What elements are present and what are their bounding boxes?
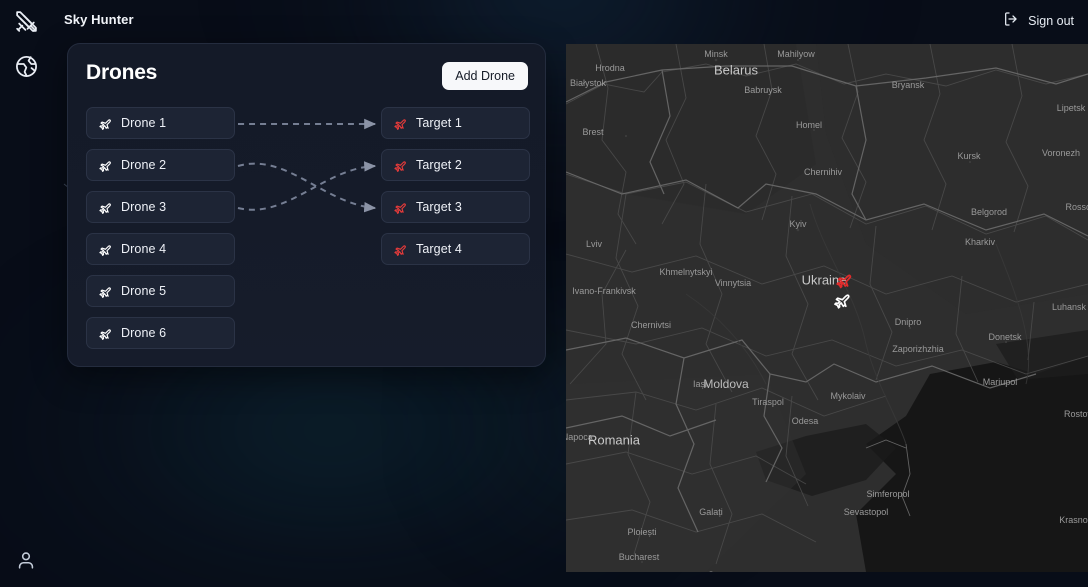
plane-icon-red (394, 160, 406, 172)
plane-icon-red (394, 244, 406, 256)
plane-icon (99, 328, 111, 340)
sign-out-label: Sign out (1028, 13, 1074, 28)
app-root: Sky Hunter Sign out Drones Add Drone Dro… (0, 0, 1088, 587)
drone-item[interactable]: Drone 1 (86, 107, 235, 139)
plane-icon-red (394, 118, 406, 130)
plane-icon (99, 286, 111, 298)
target-label: Target 1 (416, 116, 462, 130)
plane-icon (99, 160, 111, 172)
target-item[interactable]: Target 1 (381, 107, 530, 139)
drone-item[interactable]: Drone 3 (86, 191, 235, 223)
target-label: Target 2 (416, 158, 462, 172)
drone-label: Drone 2 (121, 158, 167, 172)
drones-panel-title: Drones (86, 61, 158, 84)
target-label: Target 3 (416, 200, 462, 214)
globe-icon[interactable] (10, 50, 42, 82)
target-item[interactable]: Target 4 (381, 233, 530, 265)
add-drone-button[interactable]: Add Drone (442, 62, 528, 90)
plane-icon (99, 118, 111, 130)
target-item[interactable]: Target 3 (381, 191, 530, 223)
drone-label: Drone 5 (121, 284, 167, 298)
top-bar: Sky Hunter Sign out (0, 0, 1088, 40)
user-icon[interactable] (10, 544, 42, 576)
drone-label: Drone 6 (121, 326, 167, 340)
drone-label: Drone 4 (121, 242, 167, 256)
drones-column: Drone 1 Drone 2 Drone 3 Drone 4 Drone 5 … (86, 107, 235, 359)
sign-out-button[interactable]: Sign out (1003, 11, 1074, 30)
plane-icon-red (836, 274, 852, 289)
drone-item[interactable]: Drone 6 (86, 317, 235, 349)
logout-icon (1003, 11, 1019, 30)
target-item[interactable]: Target 2 (381, 149, 530, 181)
drones-panel: Drones Add Drone Drone 1 Drone 2 Drone 3… (67, 43, 546, 367)
map-view[interactable]: Belarus Ukraine Romania Moldova Minsk Mahilyo… (566, 44, 1088, 572)
targets-column: Target 1 Target 2 Target 3 Target 4 (381, 107, 530, 275)
target-marker[interactable] (834, 271, 853, 290)
target-label: Target 4 (416, 242, 462, 256)
drone-item[interactable]: Drone 4 (86, 233, 235, 265)
drone-item[interactable]: Drone 2 (86, 149, 235, 181)
plane-icon (834, 294, 850, 309)
plane-icon-red (394, 202, 406, 214)
drone-marker[interactable] (831, 290, 851, 310)
map-canvas (566, 44, 1088, 572)
drone-label: Drone 3 (121, 200, 167, 214)
page-title: Sky Hunter (64, 12, 134, 27)
sidebar (0, 0, 52, 587)
drone-item[interactable]: Drone 5 (86, 275, 235, 307)
plane-icon (99, 244, 111, 256)
plane-icon (99, 202, 111, 214)
drone-label: Drone 1 (121, 116, 167, 130)
